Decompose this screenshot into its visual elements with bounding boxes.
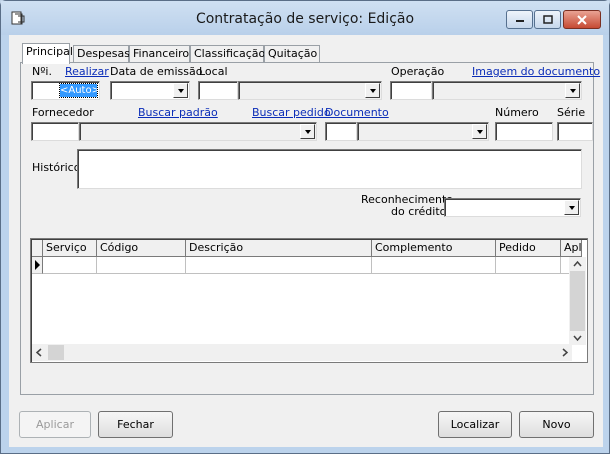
fornecedor-label: Fornecedor xyxy=(32,106,94,119)
numero-auto-value: <Auto> xyxy=(59,83,100,98)
fornecedor-select[interactable] xyxy=(79,122,317,141)
cell-pedido[interactable] xyxy=(496,257,561,274)
cell-complemento[interactable] xyxy=(372,257,496,274)
operacao-select[interactable] xyxy=(432,81,582,100)
cell-servico[interactable] xyxy=(43,257,97,274)
serie-field[interactable] xyxy=(557,122,593,141)
maximize-button[interactable] xyxy=(534,10,561,29)
col-apl[interactable]: Apl xyxy=(561,240,582,257)
local-label: Local xyxy=(199,65,228,78)
vertical-scrollbar[interactable] xyxy=(569,257,586,345)
chevron-down-icon[interactable] xyxy=(564,200,579,215)
fornecedor-code-field[interactable] xyxy=(31,122,79,141)
data-emissao-label: Data de emissão xyxy=(110,65,203,78)
maximize-icon xyxy=(542,14,553,24)
row-indicator xyxy=(32,257,43,274)
buscar-padrao-link[interactable]: Buscar padrão xyxy=(138,106,218,119)
col-descricao[interactable]: Descrição xyxy=(186,240,372,257)
localizar-button[interactable]: Localizar xyxy=(438,411,512,438)
tab-panel-principal: Nºi. Realizar Data de emissão Local Oper… xyxy=(20,62,600,395)
client-area: Principal Despesas Financeiro Classifica… xyxy=(9,35,603,447)
chevron-down-icon[interactable] xyxy=(173,83,188,98)
numero-label: Nºi. xyxy=(32,65,52,78)
reconhecimento-select[interactable] xyxy=(444,198,581,217)
documento-select[interactable] xyxy=(357,122,489,141)
close-icon xyxy=(577,14,587,25)
col-complemento[interactable]: Complemento xyxy=(372,240,496,257)
numero-field[interactable]: <Auto> xyxy=(31,81,100,100)
chevron-down-icon[interactable] xyxy=(472,124,487,139)
local-code-field[interactable] xyxy=(198,81,238,100)
table-row[interactable] xyxy=(32,257,582,274)
grid-corner xyxy=(32,240,43,257)
chevron-down-icon[interactable] xyxy=(300,124,315,139)
chevron-down-icon[interactable] xyxy=(565,83,580,98)
imagem-documento-link[interactable]: Imagem do documento xyxy=(472,65,600,78)
horizontal-scrollbar[interactable] xyxy=(32,344,572,361)
scroll-left-icon[interactable] xyxy=(32,344,46,361)
col-servico[interactable]: Serviço xyxy=(43,240,97,257)
horizontal-scroll-thumb[interactable] xyxy=(48,345,64,360)
scroll-right-icon[interactable] xyxy=(558,344,572,361)
minimize-button[interactable] xyxy=(506,10,533,29)
operacao-code-field[interactable] xyxy=(390,81,432,100)
servicos-grid[interactable]: Serviço Código Descrição Complemento Ped… xyxy=(30,238,588,363)
tab-quitacao[interactable]: Quitação xyxy=(264,45,320,63)
realizar-link[interactable]: Realizar xyxy=(65,65,109,78)
reconhecimento-label-2: do crédito: xyxy=(391,205,451,218)
caret-right-icon xyxy=(35,260,40,270)
serie-label: Série xyxy=(557,106,586,119)
scroll-up-icon[interactable] xyxy=(569,257,586,271)
tab-financeiro[interactable]: Financeiro xyxy=(129,45,190,63)
documento-link[interactable]: Documento xyxy=(325,106,389,119)
aplicar-button[interactable]: Aplicar xyxy=(19,411,91,438)
numero-doc-label: Número xyxy=(495,106,539,119)
close-button[interactable] xyxy=(563,10,601,29)
title-bar[interactable]: Contratação de serviço: Edição xyxy=(1,1,609,35)
data-emissao-select[interactable] xyxy=(110,81,190,100)
local-select[interactable] xyxy=(238,81,382,100)
fechar-button[interactable]: Fechar xyxy=(98,411,173,438)
cell-codigo[interactable] xyxy=(97,257,186,274)
documento-code-field[interactable] xyxy=(325,122,357,141)
col-codigo[interactable]: Código xyxy=(97,240,186,257)
scroll-down-icon[interactable] xyxy=(569,331,586,345)
tab-despesas[interactable]: Despesas xyxy=(73,45,130,63)
grid-header: Serviço Código Descrição Complemento Ped… xyxy=(32,240,582,257)
chevron-down-icon[interactable] xyxy=(365,83,380,98)
tab-classificacao[interactable]: Classificação xyxy=(190,45,265,63)
minimize-icon xyxy=(515,19,524,22)
numero-doc-field[interactable] xyxy=(495,122,553,141)
operacao-label: Operação xyxy=(391,65,445,78)
main-window: Contratação de serviço: Edição Principal… xyxy=(0,0,610,454)
vertical-scroll-thumb[interactable] xyxy=(570,271,585,331)
cell-descricao[interactable] xyxy=(186,257,372,274)
novo-button[interactable]: Novo xyxy=(519,411,594,438)
buscar-pedido-link[interactable]: Buscar pedido xyxy=(252,106,331,119)
historico-textarea[interactable] xyxy=(77,149,582,189)
col-pedido[interactable]: Pedido xyxy=(496,240,561,257)
tab-principal[interactable]: Principal xyxy=(22,43,73,64)
